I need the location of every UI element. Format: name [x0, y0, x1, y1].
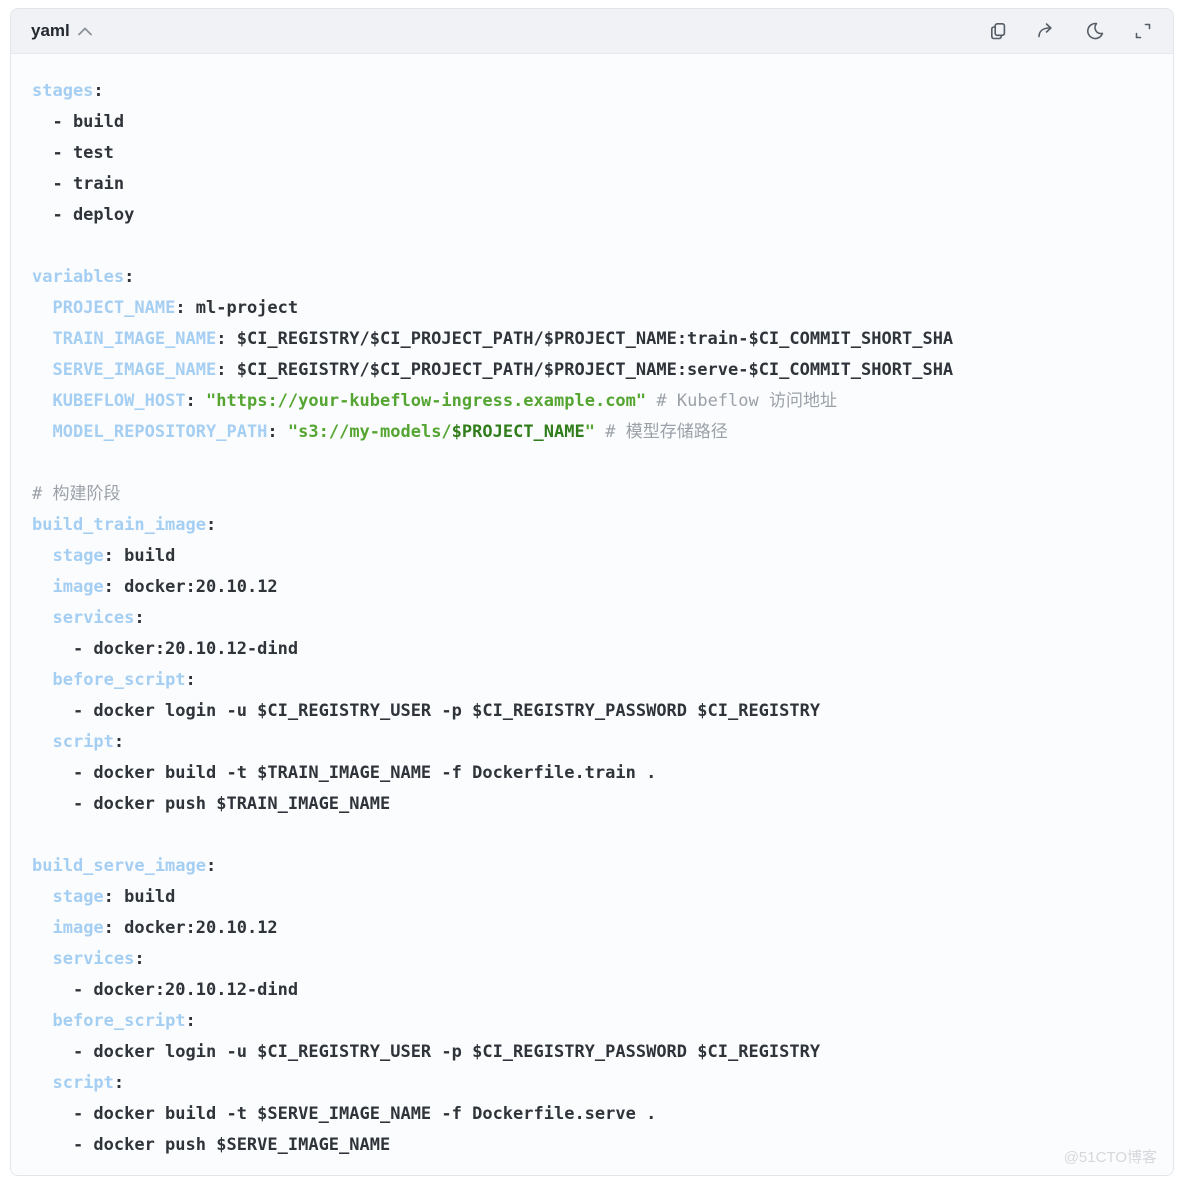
code-line: SERVE_IMAGE_NAME: $CI_REGISTRY/$CI_PROJE… [32, 355, 1155, 386]
language-label: yaml [31, 21, 70, 41]
theme-toggle-button[interactable] [1083, 19, 1107, 43]
code-line: image: docker:20.10.12 [32, 572, 1155, 603]
copy-icon [988, 21, 1008, 41]
header-actions [986, 19, 1155, 43]
code-line: - docker push $SERVE_IMAGE_NAME [32, 1130, 1155, 1161]
code-line: - train [32, 169, 1155, 200]
copy-button[interactable] [986, 19, 1010, 43]
code-line: - docker push $TRAIN_IMAGE_NAME [32, 789, 1155, 820]
moon-icon [1085, 21, 1105, 41]
share-button[interactable] [1034, 19, 1059, 43]
code-line: TRAIN_IMAGE_NAME: $CI_REGISTRY/$CI_PROJE… [32, 324, 1155, 355]
code-line: script: [32, 727, 1155, 758]
code-line: build_train_image: [32, 510, 1155, 541]
code-line: script: [32, 1068, 1155, 1099]
code-line [32, 231, 1155, 262]
code-block-header: yaml [11, 9, 1173, 54]
code-line: stage: build [32, 541, 1155, 572]
code-line: services: [32, 944, 1155, 975]
code-line: stages: [32, 76, 1155, 107]
code-line: before_script: [32, 665, 1155, 696]
code-line: - deploy [32, 200, 1155, 231]
code-line: build_serve_image: [32, 851, 1155, 882]
code-line: - docker build -t $TRAIN_IMAGE_NAME -f D… [32, 758, 1155, 789]
code-line: - docker build -t $SERVE_IMAGE_NAME -f D… [32, 1099, 1155, 1130]
code-line: # 构建阶段 [32, 479, 1155, 510]
code-block: stages: - build - test - train - deploy … [11, 54, 1173, 1175]
chevron-up-icon [77, 26, 93, 37]
code-line: - test [32, 138, 1155, 169]
code-line: - docker login -u $CI_REGISTRY_USER -p $… [32, 1037, 1155, 1068]
code-line: - docker:20.10.12-dind [32, 975, 1155, 1006]
code-line: - build [32, 107, 1155, 138]
code-line: PROJECT_NAME: ml-project [32, 293, 1155, 324]
code-line: KUBEFLOW_HOST: "https://your-kubeflow-in… [32, 386, 1155, 417]
code-line: - docker login -u $CI_REGISTRY_USER -p $… [32, 696, 1155, 727]
code-line: - docker:20.10.12-dind [32, 634, 1155, 665]
code-block-widget: yaml [10, 8, 1174, 1176]
code-line [32, 820, 1155, 851]
code-line: stage: build [32, 882, 1155, 913]
expand-icon [1133, 21, 1153, 41]
code-line: services: [32, 603, 1155, 634]
code-line [32, 448, 1155, 479]
code-line: MODEL_REPOSITORY_PATH: "s3://my-models/$… [32, 417, 1155, 448]
code-line: image: docker:20.10.12 [32, 913, 1155, 944]
code-line: before_script: [32, 1006, 1155, 1037]
fullscreen-button[interactable] [1131, 19, 1155, 43]
forward-arrow-icon [1036, 21, 1057, 41]
language-collapse-toggle[interactable]: yaml [31, 21, 93, 41]
code-line: variables: [32, 262, 1155, 293]
